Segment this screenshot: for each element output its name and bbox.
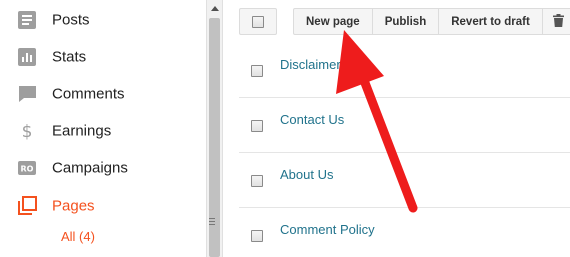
sidebar-item-stats[interactable]: Stats: [0, 38, 206, 75]
sidebar-item-label: Pages: [52, 197, 95, 214]
sidebar-item-earnings[interactable]: $ Earnings: [0, 112, 206, 149]
page-row[interactable]: Disclaimer: [239, 43, 570, 98]
new-page-button[interactable]: New page: [294, 9, 373, 34]
page-row[interactable]: Comment Policy: [239, 208, 570, 257]
sidebar-item-pages[interactable]: Pages: [0, 187, 206, 224]
scroll-up-arrow-icon[interactable]: [207, 0, 222, 16]
pages-icon: [17, 195, 37, 216]
page-title-link[interactable]: Comment Policy: [280, 222, 375, 237]
sidebar-item-comments[interactable]: Comments: [0, 75, 206, 112]
row-checkbox[interactable]: [251, 175, 263, 187]
resize-grip-icon[interactable]: [209, 218, 215, 226]
sidebar-item-label: Stats: [52, 48, 87, 65]
sidebar-item-campaigns[interactable]: RO Campaigns: [0, 149, 206, 186]
row-checkbox[interactable]: [251, 120, 263, 132]
comments-icon: [17, 84, 37, 104]
campaigns-icon: RO: [17, 158, 37, 178]
svg-text:$: $: [22, 122, 33, 141]
row-checkbox[interactable]: [251, 65, 263, 77]
checkbox[interactable]: [252, 15, 264, 28]
select-all-checkbox[interactable]: [239, 8, 277, 35]
row-checkbox[interactable]: [251, 230, 263, 242]
sidebar-item-label: Posts: [52, 11, 90, 28]
stats-icon: [17, 47, 37, 67]
revert-to-draft-button[interactable]: Revert to draft: [439, 9, 543, 34]
page-row[interactable]: About Us: [239, 153, 570, 208]
sidebar-item-label: Earnings: [52, 122, 112, 139]
sidebar: Posts Stats Comments $ Earnings RO Campa…: [0, 0, 206, 257]
trash-icon: [552, 13, 564, 30]
page-title-link[interactable]: Disclaimer: [280, 57, 341, 72]
toolbar-button-group: New page Publish Revert to draft: [293, 8, 570, 35]
delete-button[interactable]: [543, 9, 570, 34]
sidebar-item-label: Campaigns: [52, 159, 128, 176]
sidebar-item-label: Comments: [52, 85, 125, 102]
sidebar-item-posts[interactable]: Posts: [0, 1, 206, 38]
publish-button[interactable]: Publish: [373, 9, 440, 34]
page-title-link[interactable]: About Us: [280, 167, 333, 182]
dollar-icon: $: [17, 121, 37, 141]
page-row[interactable]: Contact Us: [239, 98, 570, 153]
svg-text:RO: RO: [21, 164, 34, 173]
sidebar-subitem-all[interactable]: All (4): [61, 229, 95, 244]
posts-icon: [17, 10, 37, 30]
page-title-link[interactable]: Contact Us: [280, 112, 344, 127]
